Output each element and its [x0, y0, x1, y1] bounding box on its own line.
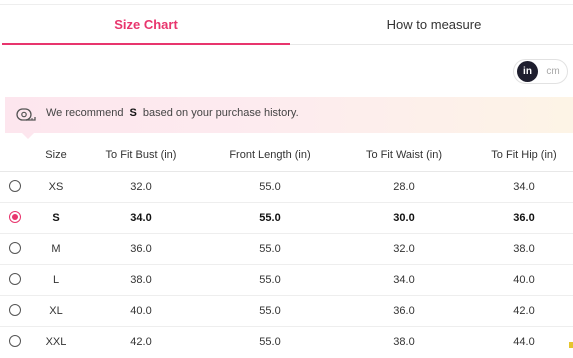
cell-hip: 34.0 [513, 181, 535, 193]
recommendation-prefix: We recommend [46, 107, 124, 119]
cell-hip: 38.0 [513, 243, 535, 255]
active-tab-indicator [2, 43, 290, 45]
cell-bust: 40.0 [130, 305, 152, 317]
cell-front-length: 55.0 [259, 305, 281, 317]
size-radio[interactable] [9, 273, 21, 285]
cell-size: XS [48, 181, 64, 193]
unit-in-option[interactable]: in [517, 61, 538, 82]
cell-bust: 36.0 [130, 243, 152, 255]
tab-how-to-measure[interactable]: How to measure [290, 17, 573, 35]
size-radio[interactable] [9, 304, 21, 316]
banner-pointer [22, 133, 34, 139]
unit-toggle[interactable]: in cm [513, 59, 568, 84]
tabs-divider [290, 44, 573, 45]
size-table-header: Size To Fit Bust (in) Front Length (in) … [0, 149, 573, 165]
cell-bust: 38.0 [130, 274, 152, 286]
cell-front-length: 55.0 [259, 181, 281, 193]
recommendation-text: We recommend S based on your purchase hi… [46, 107, 299, 119]
cell-bust: 34.0 [130, 212, 152, 224]
header-front-length: Front Length (in) [229, 149, 311, 161]
unit-cm-option[interactable]: cm [542, 61, 564, 82]
cell-waist: 30.0 [393, 212, 415, 224]
table-row[interactable]: L 38.0 55.0 34.0 40.0 [0, 265, 573, 296]
cell-size: M [51, 243, 61, 255]
cell-size: XXL [45, 336, 67, 348]
header-size: Size [45, 149, 67, 161]
corner-marker [569, 342, 573, 348]
size-radio[interactable] [9, 180, 21, 192]
cell-front-length: 55.0 [259, 212, 281, 224]
header-bust: To Fit Bust (in) [105, 149, 177, 161]
cell-hip: 36.0 [513, 212, 535, 224]
size-radio[interactable] [9, 335, 21, 347]
cell-size: S [52, 212, 60, 224]
cell-hip: 40.0 [513, 274, 535, 286]
cell-front-length: 55.0 [259, 274, 281, 286]
cell-waist: 36.0 [393, 305, 415, 317]
measuring-tape-icon [16, 108, 36, 121]
header-waist: To Fit Waist (in) [366, 149, 442, 161]
header-hip: To Fit Hip (in) [491, 149, 557, 161]
size-radio[interactable] [9, 242, 21, 254]
cell-front-length: 55.0 [259, 336, 281, 348]
recommended-size: S [129, 107, 137, 119]
table-row[interactable]: XL 40.0 55.0 36.0 42.0 [0, 296, 573, 327]
recommendation-suffix: based on your purchase history. [142, 107, 299, 119]
table-row[interactable]: XXL 42.0 55.0 38.0 44.0 [0, 327, 573, 358]
cell-hip: 44.0 [513, 336, 535, 348]
cell-size: L [52, 274, 60, 286]
cell-waist: 34.0 [393, 274, 415, 286]
tab-size-chart[interactable]: Size Chart [2, 17, 290, 35]
table-row[interactable]: XS 32.0 55.0 28.0 34.0 [0, 172, 573, 203]
table-row[interactable]: M 36.0 55.0 32.0 38.0 [0, 234, 573, 265]
cell-waist: 38.0 [393, 336, 415, 348]
top-divider [0, 4, 573, 5]
size-radio[interactable] [9, 211, 21, 223]
cell-hip: 42.0 [513, 305, 535, 317]
cell-size: XL [49, 305, 63, 317]
cell-waist: 28.0 [393, 181, 415, 193]
cell-bust: 42.0 [130, 336, 152, 348]
table-row[interactable]: S 34.0 55.0 30.0 36.0 [0, 203, 573, 234]
cell-front-length: 55.0 [259, 243, 281, 255]
cell-waist: 32.0 [393, 243, 415, 255]
recommendation-banner: We recommend S based on your purchase hi… [5, 97, 573, 133]
cell-bust: 32.0 [130, 181, 152, 193]
